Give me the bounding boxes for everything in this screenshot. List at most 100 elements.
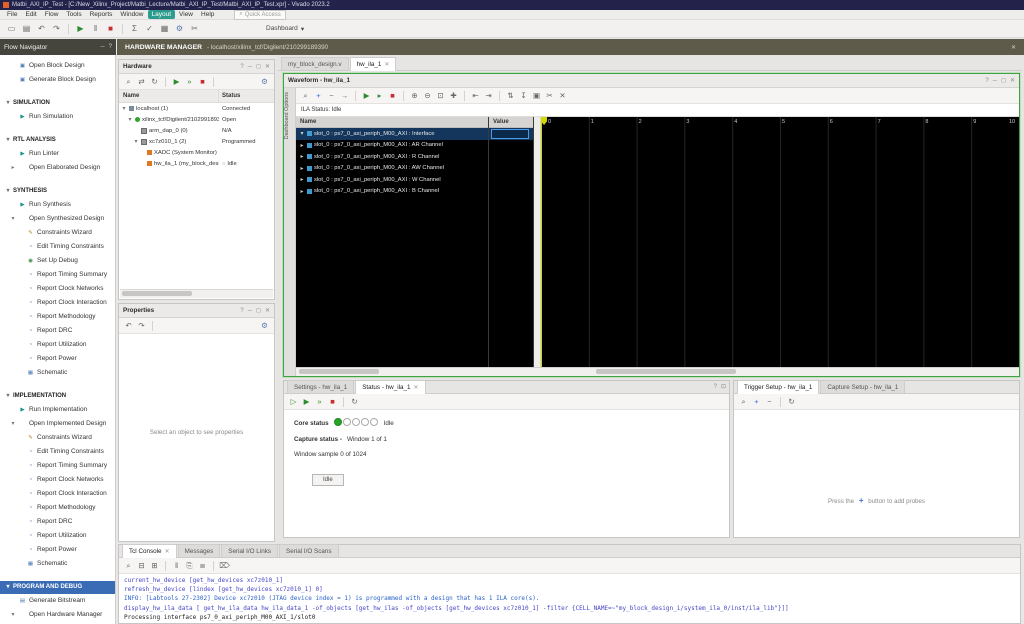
close-icon[interactable]: ✕	[414, 384, 419, 391]
swap-v-icon[interactable]: ⇅	[505, 90, 516, 101]
waveform-plot[interactable]: 012345678910	[541, 117, 1019, 367]
wrap-icon[interactable]: ≣	[197, 560, 208, 571]
edge-prev-icon[interactable]: ⇤	[470, 90, 481, 101]
flow-item-constraints-wizard[interactable]: ✎Constraints Wizard	[0, 431, 115, 445]
float-icon[interactable]: ◻	[256, 63, 261, 70]
fast-forward-icon[interactable]: »	[314, 396, 325, 407]
cut-icon[interactable]: ✂	[544, 90, 555, 101]
sum-icon[interactable]: Σ	[128, 22, 141, 35]
expand-icon[interactable]: ⊞	[149, 560, 160, 571]
zoom-out-icon[interactable]: ⊖	[422, 90, 433, 101]
link-icon[interactable]: ▣	[531, 90, 542, 101]
close-icon[interactable]: ✕	[384, 61, 389, 68]
chevron-right-icon[interactable]: ▸	[299, 176, 305, 183]
flow-item-open-implemented-design[interactable]: ▾Open Implemented Design	[0, 417, 115, 431]
flow-section-simulation[interactable]: ▾SIMULATION	[0, 97, 115, 110]
flow-item-open-synthesized-design[interactable]: ▾Open Synthesized Design	[0, 212, 115, 226]
add-icon[interactable]: +	[751, 396, 762, 407]
dashboard-dropdown[interactable]: Dashboard ▾	[261, 24, 309, 34]
chevron-down-icon[interactable]: ▾	[121, 105, 127, 112]
delete-icon[interactable]: ⌦	[219, 560, 230, 571]
hardware-panel-controls[interactable]: ?─◻✕	[236, 63, 270, 70]
chevron-right-icon[interactable]: ▸	[299, 188, 305, 195]
signal-row[interactable]: ▾slot_0 : ps7_0_axi_periph_M00_AXI : Int…	[296, 128, 488, 140]
search-icon[interactable]: ⌕	[123, 76, 134, 87]
flow-item-report-power[interactable]: ◔Report Power	[0, 352, 115, 366]
refresh-icon[interactable]: ↻	[349, 396, 360, 407]
column-header-name[interactable]: Name	[119, 90, 219, 102]
flow-item-edit-timing-constraints[interactable]: ◔Edit Timing Constraints	[0, 240, 115, 254]
hardware-tree-row[interactable]: ▾localhost (1)Connected	[119, 103, 274, 114]
tab-capture-setup-hw-ila-1[interactable]: Capture Setup - hw_ila_1	[820, 380, 905, 393]
signal-value-cell[interactable]	[489, 186, 533, 198]
pin-icon[interactable]: ⊡	[721, 383, 726, 390]
settings-icon[interactable]: ⚙	[259, 76, 270, 87]
flow-item-open-elaborated-design[interactable]: ▸Open Elaborated Design	[0, 161, 115, 175]
add-icon[interactable]: +	[859, 496, 864, 505]
cut-icon[interactable]: ✂	[188, 22, 201, 35]
goto-icon[interactable]: →	[339, 90, 350, 101]
flow-item-constraints-wizard[interactable]: ✎Constraints Wizard	[0, 226, 115, 240]
menu-help[interactable]: Help	[197, 10, 218, 19]
signal-row[interactable]: ▸slot_0 : ps7_0_axi_periph_M00_AXI : B C…	[296, 186, 488, 198]
menu-view[interactable]: View	[175, 10, 197, 19]
flow-item-schematic[interactable]: ▦Schematic	[0, 557, 115, 571]
flow-item-generate-bitstream[interactable]: ▤Generate Bitstream	[0, 594, 115, 608]
flow-item-set-up-debug[interactable]: ◉Set Up Debug	[0, 254, 115, 268]
menu-tools[interactable]: Tools	[62, 10, 85, 19]
hardware-tree-row[interactable]: hw_ila_1 (my_block_design_○Idle	[119, 158, 274, 169]
quick-access-search[interactable]: ⌕ Quick Access	[234, 10, 285, 20]
hardware-tree-row[interactable]: arm_dap_0 (0)N/A	[119, 125, 274, 136]
flow-item-report-utilization[interactable]: ◔Report Utilization	[0, 529, 115, 543]
flow-item-open-block-design[interactable]: ▣Open Block Design	[0, 59, 115, 73]
flow-item-open-hardware-manager[interactable]: ▾Open Hardware Manager	[0, 608, 115, 622]
flow-item-edit-timing-constraints[interactable]: ◔Edit Timing Constraints	[0, 445, 115, 459]
search-icon[interactable]: ⌕	[738, 396, 749, 407]
forward-icon[interactable]: ↷	[136, 320, 147, 331]
flow-item-schematic[interactable]: ▦Schematic	[0, 366, 115, 380]
chevron-down-icon[interactable]: ▾	[127, 116, 133, 123]
console-output[interactable]: current_hw_device [get_hw_devices xc7z01…	[119, 574, 1020, 623]
flow-section-rtl-analysis[interactable]: ▾RTL ANALYSIS	[0, 134, 115, 147]
menu-window[interactable]: Window	[116, 10, 147, 19]
vertical-scrollbar[interactable]	[534, 117, 541, 367]
menu-reports[interactable]: Reports	[86, 10, 117, 19]
hardware-tree-row[interactable]: ▾xilinx_tcf/Digilent/210299189390Open	[119, 114, 274, 125]
hardware-tree-row[interactable]: ▾xc7z010_1 (2)Programmed	[119, 136, 274, 147]
horizontal-scrollbar[interactable]	[120, 289, 273, 298]
menu-file[interactable]: File	[3, 10, 21, 19]
dashboard-options-strip[interactable]: Dashboard Options	[284, 88, 296, 376]
refresh-icon[interactable]: ↻	[786, 396, 797, 407]
play-icon[interactable]: ▶	[171, 76, 182, 87]
flow-item-report-methodology[interactable]: ◔Report Methodology	[0, 501, 115, 515]
stop-icon[interactable]: ■	[327, 396, 338, 407]
step-icon[interactable]: ▸	[374, 90, 385, 101]
forward-icon[interactable]: ↷	[50, 22, 63, 35]
pause-icon[interactable]: ‖	[171, 560, 182, 571]
flow-item-report-clock-networks[interactable]: ◔Report Clock Networks	[0, 473, 115, 487]
pause-icon[interactable]: ‖	[89, 22, 102, 35]
tab-messages[interactable]: Messages	[178, 544, 221, 557]
add-icon[interactable]: +	[313, 90, 324, 101]
refresh-icon[interactable]: ↻	[149, 76, 160, 87]
flow-section-implementation[interactable]: ▾IMPLEMENTATION	[0, 390, 115, 403]
save-icon[interactable]: ▤	[20, 22, 33, 35]
status-panel-controls[interactable]: ?⊡	[710, 383, 726, 390]
edge-next-icon[interactable]: ⇥	[483, 90, 494, 101]
chevron-down-icon[interactable]: ▾	[10, 417, 16, 431]
tab-status-hw-ila-1[interactable]: Status - hw_ila_1✕	[355, 380, 425, 394]
min-icon[interactable]: ─	[248, 308, 252, 314]
chevron-down-icon[interactable]: ▾	[299, 130, 305, 137]
min-icon[interactable]: ─	[100, 44, 104, 50]
schematic-icon[interactable]: ▦	[158, 22, 171, 35]
float-icon[interactable]: ◻	[256, 307, 261, 314]
tab-tcl-console[interactable]: Tcl Console✕	[122, 544, 177, 558]
zoom-fit-icon[interactable]: ⊡	[435, 90, 446, 101]
copy-icon[interactable]: ⎘	[184, 560, 195, 571]
flow-item-run-implementation[interactable]: ▶Run Implementation	[0, 403, 115, 417]
back-icon[interactable]: ↶	[35, 22, 48, 35]
settings-icon[interactable]: ⚙	[259, 320, 270, 331]
close-icon[interactable]: ✕	[265, 307, 270, 314]
tab-serial-i-o-scans[interactable]: Serial I/O Scans	[279, 544, 339, 557]
waveform-horizontal-scrollbar[interactable]	[296, 367, 1019, 376]
